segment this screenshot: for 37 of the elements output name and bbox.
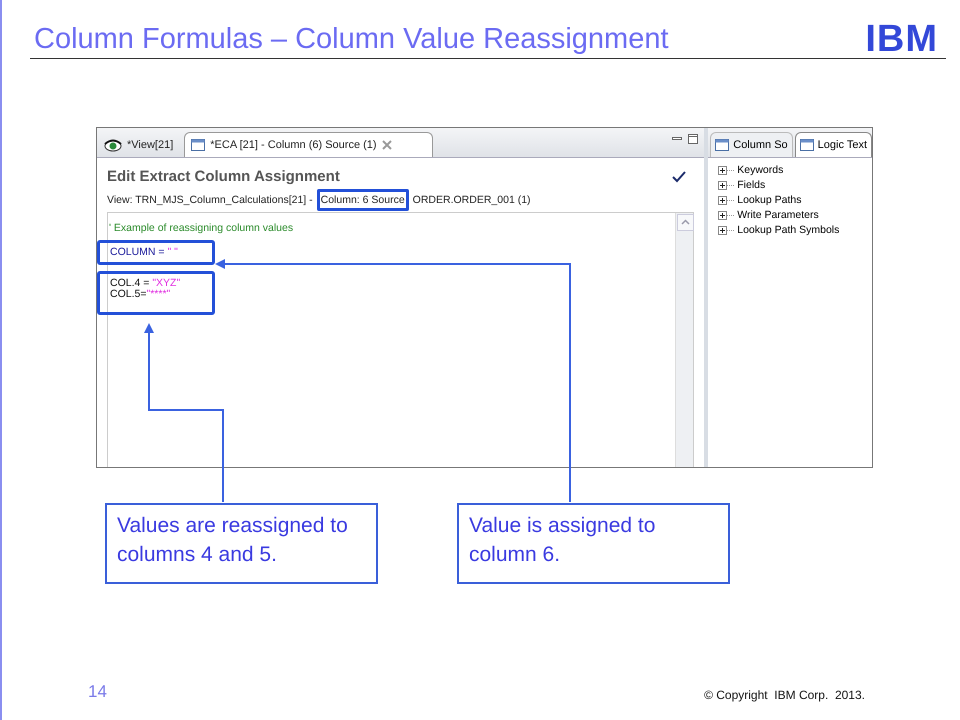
- code-line: COL.4 = "XYZ": [110, 278, 182, 289]
- window-icon: [800, 139, 814, 151]
- code-line: COLUMN = " ": [110, 247, 179, 258]
- tree-item[interactable]: Fields: [737, 179, 766, 191]
- tree-item[interactable]: Keywords: [737, 164, 784, 176]
- column-label: Column: 6 Source: [316, 189, 409, 211]
- code-line: ' Example of reassigning column values: [109, 223, 294, 234]
- check-icon[interactable]: [672, 170, 686, 182]
- expand-icon[interactable]: [718, 166, 734, 174]
- scroll-up-icon[interactable]: [677, 214, 694, 231]
- callout-box: Value is assigned to column 6.: [457, 503, 730, 584]
- source-label: ORDER.ORDER_001 (1): [412, 194, 531, 206]
- panel-tab[interactable]: Column So: [710, 132, 793, 157]
- expand-icon[interactable]: [718, 196, 734, 204]
- callout-box: Values are reassigned to columns 4 and 5.: [105, 503, 378, 584]
- tree-item[interactable]: Lookup Paths: [737, 194, 802, 206]
- tree-item[interactable]: Lookup Path Symbols: [737, 224, 840, 236]
- tree-item[interactable]: Write Parameters: [737, 209, 819, 221]
- code-line: COL.5="****": [110, 289, 172, 300]
- page-number: 14: [88, 682, 107, 702]
- window-icon: [191, 139, 206, 151]
- close-icon[interactable]: [382, 140, 392, 150]
- company-logo: IBM: [865, 20, 938, 58]
- view-path: View: TRN_MJS_Column_Calculations[21] -: [107, 194, 313, 206]
- eye-icon: [104, 138, 122, 152]
- expand-icon[interactable]: [718, 180, 734, 190]
- editor-tab[interactable]: *View[21]: [97, 132, 184, 157]
- window-icon: [715, 139, 730, 151]
- maximize-icon[interactable]: [688, 134, 698, 144]
- editor-tab[interactable]: *ECA [21] - Column (6) Source (1): [184, 132, 433, 157]
- copyright-text: © Copyright IBM Corp. 2013.: [704, 688, 865, 702]
- expand-icon[interactable]: [718, 226, 734, 234]
- editor-heading: Edit Extract Column Assignment: [107, 168, 340, 185]
- expand-icon[interactable]: [718, 210, 734, 220]
- panel-tab[interactable]: Logic Text: [794, 132, 872, 157]
- slide-title: Column Formulas – Column Value Reassignment: [34, 25, 669, 57]
- scrollbar[interactable]: [675, 213, 694, 467]
